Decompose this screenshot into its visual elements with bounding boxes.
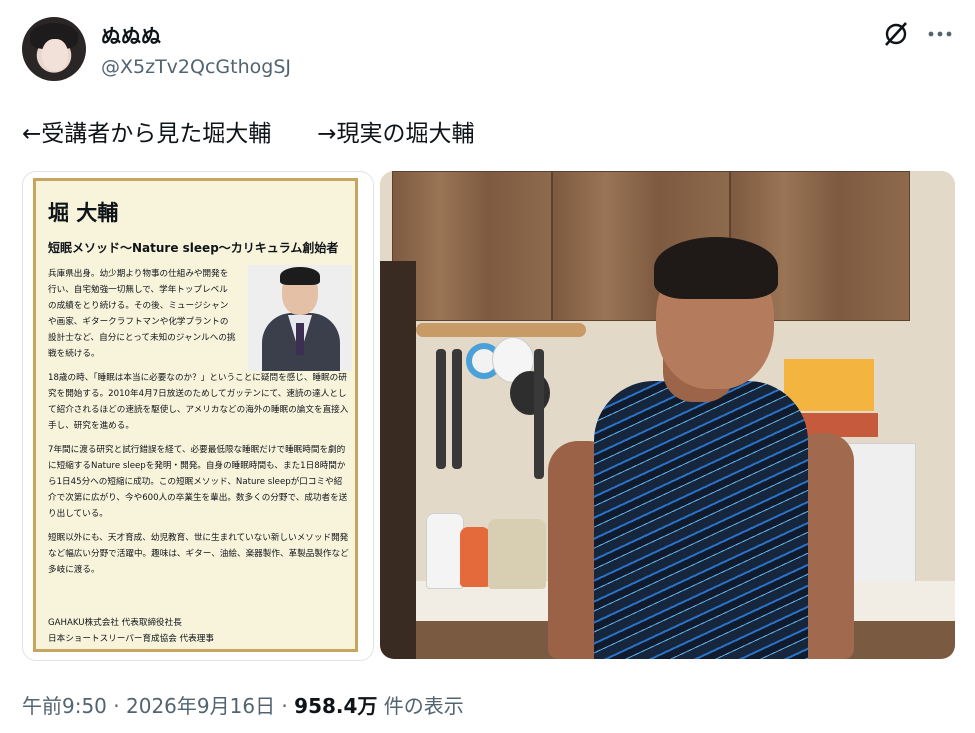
card-body: 兵庫県出身。幼少期より物事の仕組みや開発を行い、自宅勉強一切無しで、学年トップレ… — [48, 266, 350, 586]
media-image-right[interactable] — [380, 171, 955, 659]
hanging-utensil — [534, 349, 544, 479]
card-footer-line: GAHAKU株式会社 代表取締役社長 — [48, 618, 182, 628]
meta-separator: · — [275, 694, 295, 718]
avatar-face — [42, 39, 68, 71]
hanging-utensil — [452, 349, 462, 469]
meta-separator: · — [106, 694, 126, 718]
user-handle[interactable]: @X5zTv2QcGthogSJ — [101, 56, 291, 78]
card-title: 短眠メソッド〜Nature sleep〜カリキュラム創始者 — [48, 241, 339, 255]
post-time[interactable]: 午前9:50 — [22, 694, 107, 718]
tweet-text: ←受講者から見た堀大輔 →現実の堀大輔 — [22, 121, 475, 147]
view-count-label: 件の表示 — [377, 694, 464, 718]
person-hair — [654, 237, 778, 299]
display-name[interactable]: ぬぬぬ — [101, 20, 161, 49]
avatar[interactable] — [22, 17, 86, 81]
dark-panel — [380, 261, 416, 659]
more-icon[interactable] — [926, 22, 954, 46]
card-paragraph: 短眠以外にも、天才育成、幼児教育、世に生まれていない新しいメソッド開発など幅広い… — [48, 533, 349, 575]
grok-icon[interactable] — [882, 20, 910, 48]
card-paragraph: 兵庫県出身。幼少期より物事の仕組みや開発を行い、自宅勉強一切無しで、学年トップレ… — [48, 269, 236, 359]
supplement-bottle — [426, 513, 464, 589]
tweet-meta: 午前9:50 · 2026年9月16日 · 958.4万 件の表示 — [22, 690, 464, 719]
snack-bag — [488, 519, 546, 589]
profile-card: 堀 大輔 短眠メソッド〜Nature sleep〜カリキュラム創始者 兵庫県出身… — [33, 178, 358, 652]
hanging-utensil — [436, 349, 446, 469]
card-paragraph: 7年間に渡る研究と試行錯誤を経て、必要最低限な睡眠だけで睡眠時間を劇的に短縮する… — [48, 445, 348, 519]
upper-cabinet — [392, 171, 552, 321]
hanging-pan — [510, 371, 550, 415]
card-name: 堀 大輔 — [48, 201, 119, 225]
card-footer-line: 日本ショートスリーパー育成協会 代表理事 — [48, 634, 214, 644]
view-count[interactable]: 958.4万 — [294, 694, 377, 718]
yellow-box — [784, 359, 874, 411]
person-shirt — [594, 381, 808, 659]
card-footer: GAHAKU株式会社 代表取締役社長 日本ショートスリーパー育成協会 代表理事 — [48, 615, 214, 647]
post-date[interactable]: 2026年9月16日 — [126, 694, 275, 718]
card-paragraph: 18歳の時、「睡眠は本当に必要なのか？」ということに疑問を感じ、睡眠の研究を開始… — [48, 373, 349, 431]
wall-shelf — [416, 323, 586, 337]
supplement-bottle — [460, 527, 490, 587]
media-image-left[interactable]: 堀 大輔 短眠メソッド〜Nature sleep〜カリキュラム創始者 兵庫県出身… — [22, 171, 374, 661]
